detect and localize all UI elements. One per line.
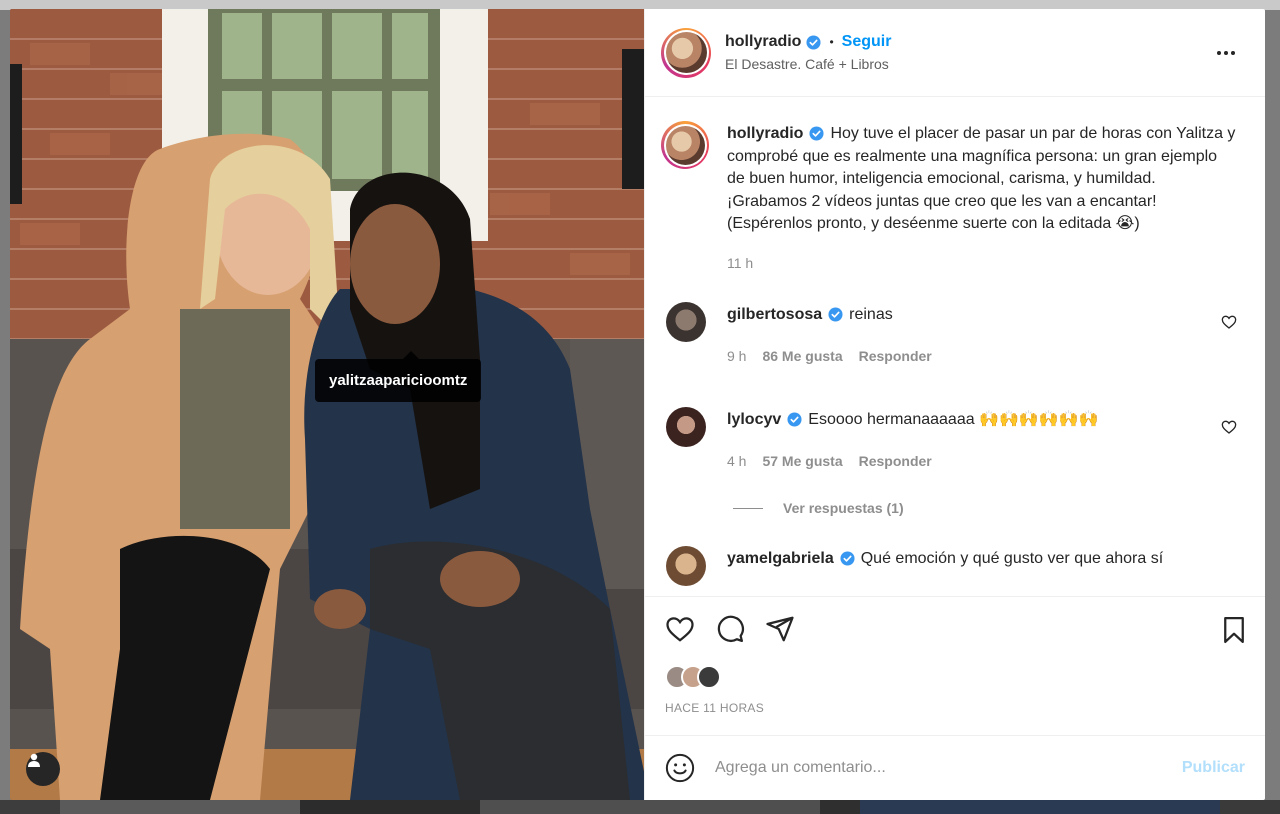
- post-actions: HACE 11 HORAS: [645, 596, 1265, 735]
- commenter-avatar[interactable]: [666, 546, 706, 586]
- verified-badge-icon: [787, 412, 802, 427]
- caption-text: Hoy tuve el placer de pasar un par de ho…: [727, 125, 1236, 232]
- liker-avatar: [697, 665, 721, 689]
- comment-text: Qué emoción y qué gusto ver que ahora sí: [860, 550, 1164, 567]
- commenter-avatar[interactable]: [666, 302, 706, 342]
- post-location[interactable]: El Desastre. Café + Libros: [725, 56, 891, 72]
- liked-by-avatars[interactable]: [665, 665, 1249, 689]
- more-options-icon[interactable]: [1217, 43, 1241, 63]
- separator-dot: •: [829, 35, 834, 49]
- verified-badge-icon: [840, 551, 855, 566]
- replies-divider-line: [733, 507, 763, 509]
- reply-button[interactable]: Responder: [859, 450, 932, 473]
- comment-author[interactable]: lylocyv: [727, 411, 781, 428]
- comment-text: Esoooo hermanaaaaaa 🙌🙌🙌🙌🙌🙌: [808, 411, 1099, 428]
- follow-button[interactable]: Seguir: [842, 33, 892, 51]
- post-header: hollyradio • Seguir El Desastre. Café + …: [645, 9, 1265, 97]
- photo-illustration: [10, 9, 644, 800]
- caption-time[interactable]: 11 h: [727, 252, 753, 275]
- verified-badge-icon: [806, 34, 821, 50]
- comment-author[interactable]: yamelgabriela: [727, 550, 834, 567]
- caption: hollyradio Hoy tuve el placer de pasar un…: [661, 121, 1249, 274]
- tagged-users-button[interactable]: [26, 752, 60, 786]
- verified-badge-icon: [828, 307, 843, 322]
- comment-text: reinas: [849, 306, 893, 323]
- publish-button[interactable]: Publicar: [1182, 759, 1245, 777]
- comment-icon[interactable]: [715, 614, 745, 644]
- background-grid-strip: [0, 800, 1280, 814]
- emoji-icon[interactable]: [665, 753, 695, 783]
- share-icon[interactable]: [765, 614, 795, 644]
- reply-button[interactable]: Responder: [859, 345, 932, 368]
- comment-time[interactable]: 4 h: [727, 450, 746, 473]
- post-modal: yalitzaaparicioomtz hollyradio • Seguir …: [10, 9, 1265, 800]
- post-photo[interactable]: yalitzaaparicioomtz: [10, 9, 644, 800]
- post-side-panel: hollyradio • Seguir El Desastre. Café + …: [644, 9, 1265, 800]
- photo-user-tag[interactable]: yalitzaaparicioomtz: [315, 351, 482, 402]
- post-timestamp[interactable]: HACE 11 HORAS: [661, 701, 1249, 715]
- comment-author[interactable]: gilbertososa: [727, 306, 822, 323]
- caption-author-avatar[interactable]: [661, 121, 709, 169]
- verified-badge-icon: [809, 126, 824, 141]
- caption-author[interactable]: hollyradio: [727, 125, 803, 142]
- comment-likes[interactable]: 57 Me gusta: [762, 450, 842, 473]
- add-comment-bar: Publicar: [645, 735, 1265, 800]
- author-avatar[interactable]: [661, 27, 711, 78]
- like-comment-heart-icon[interactable]: [1221, 314, 1237, 330]
- comment-item-partial: yamelgabriela Qué emoción y qué gusto ver…: [661, 546, 1249, 586]
- user-tag-icon: [28, 753, 40, 767]
- photo-tag-username: yalitzaaparicioomtz: [329, 372, 468, 389]
- heart-icon[interactable]: [665, 614, 695, 644]
- comment-time[interactable]: 9 h: [727, 345, 746, 368]
- comment-item: gilbertososa reinas 9 h 86 Me gusta Respo…: [661, 302, 1249, 367]
- comments-list[interactable]: hollyradio Hoy tuve el placer de pasar un…: [645, 97, 1265, 596]
- author-username[interactable]: hollyradio: [725, 33, 801, 51]
- like-comment-heart-icon[interactable]: [1221, 419, 1237, 435]
- commenter-avatar[interactable]: [666, 407, 706, 447]
- view-replies-label: Ver respuestas (1): [783, 500, 904, 516]
- bookmark-icon[interactable]: [1219, 615, 1249, 645]
- comment-input[interactable]: [715, 759, 1182, 777]
- comment-likes[interactable]: 86 Me gusta: [762, 345, 842, 368]
- view-replies-button[interactable]: Ver respuestas (1): [733, 500, 1249, 516]
- comment-item: lylocyv Esoooo hermanaaaaaa 🙌🙌🙌🙌🙌🙌 4 h 57…: [661, 407, 1249, 472]
